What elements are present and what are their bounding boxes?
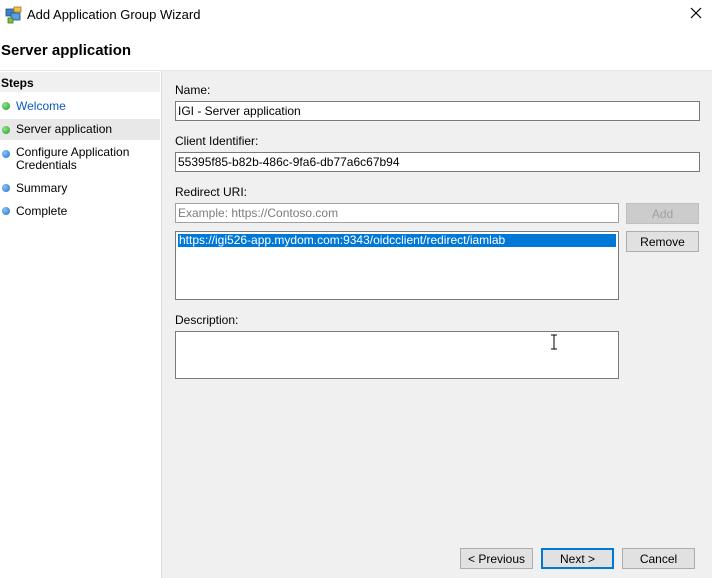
text-cursor-icon [549,334,559,353]
step-server-application[interactable]: Server application [0,119,160,140]
step-label: Summary [16,181,68,195]
step-pending-dot-icon [2,207,10,215]
close-icon [690,7,702,22]
step-label: Configure Application Credentials [16,145,130,172]
cancel-button[interactable]: Cancel [622,548,695,569]
previous-button[interactable]: < Previous [460,548,533,569]
remove-uri-button[interactable]: Remove [626,231,699,252]
window-title: Add Application Group Wizard [27,7,201,22]
add-uri-button[interactable]: Add [626,203,699,224]
step-pending-dot-icon [2,184,10,192]
steps-heading: Steps [1,76,34,90]
name-label: Name: [175,83,211,97]
step-label: Welcome [16,99,66,113]
step-complete-dot-icon [2,102,10,110]
step-current-dot-icon [2,126,10,134]
step-pending-dot-icon [2,150,10,158]
redirect-uri-label: Redirect URI: [175,185,248,199]
step-summary[interactable]: Summary [0,180,160,196]
app-group-icon [5,6,23,24]
description-label: Description: [175,313,239,327]
step-complete[interactable]: Complete [0,203,160,219]
name-input[interactable]: IGI - Server application [175,101,700,121]
step-label: Complete [16,204,68,218]
next-button[interactable]: Next > [541,548,614,569]
step-welcome[interactable]: Welcome [0,98,160,114]
list-item[interactable]: https://igi526-app.mydom.com:9343/oidccl… [178,234,616,247]
step-configure-credentials[interactable]: Configure Application Credentials [0,144,160,174]
close-button[interactable] [682,2,710,26]
page-title: Server application [1,42,132,59]
redirect-uri-list[interactable]: https://igi526-app.mydom.com:9343/oidccl… [175,231,619,300]
client-identifier-input[interactable]: 55395f85-b82b-486c-9fa6-db77a6c67b94 [175,152,700,172]
step-label: Server application [16,122,113,136]
client-identifier-label: Client Identifier: [175,134,259,148]
redirect-uri-input[interactable]: Example: https://Contoso.com [175,203,619,223]
